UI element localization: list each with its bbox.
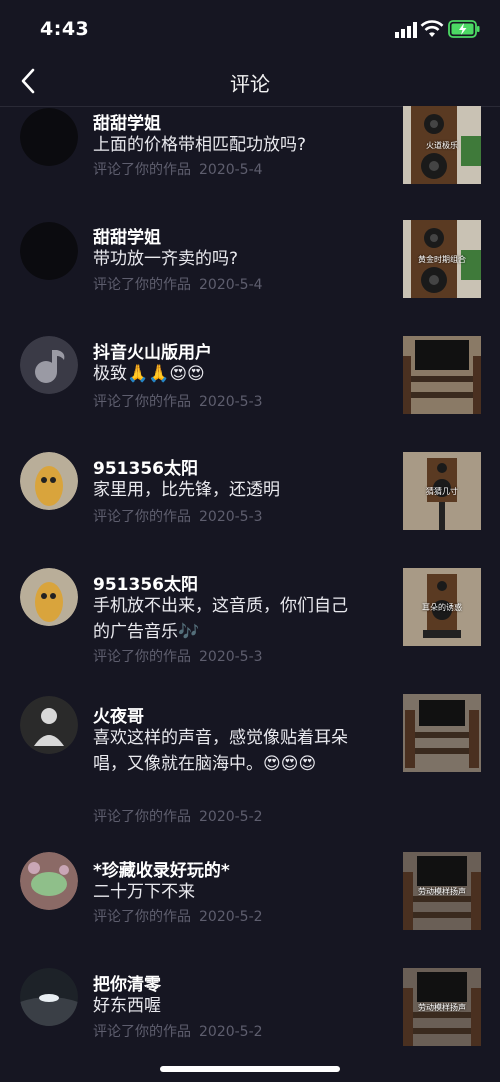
battery-charging-icon <box>448 20 480 38</box>
comment-item[interactable]: 951356太阳 家里用，比先锋，还透明 评论了你的作品 2020-5-3 猜猜几… <box>0 452 500 562</box>
comment-author[interactable]: 951356太阳 <box>93 570 198 595</box>
page-title: 评论 <box>230 72 270 96</box>
comment-action: 评论了你的作品 <box>93 649 191 665</box>
thumbnail-caption: 劳动模样扬声 <box>418 887 466 896</box>
comment-text: 极致🙏🙏😍😍 <box>93 364 205 384</box>
comment-action: 评论了你的作品 <box>93 1024 191 1040</box>
comment-action: 评论了你的作品 <box>93 509 191 525</box>
status-time: 4:43 <box>40 18 90 40</box>
video-thumbnail[interactable] <box>403 336 481 414</box>
video-thumbnail[interactable] <box>403 694 481 772</box>
comment-meta: 评论了你的作品 2020-5-3 <box>93 391 263 411</box>
thumbnail-caption: 黄金时期组合 <box>418 255 466 264</box>
comment-author[interactable]: 抖音火山版用户 <box>93 338 212 363</box>
video-thumbnail[interactable]: 耳朵的诱惑 <box>403 568 481 646</box>
avatar[interactable] <box>20 568 78 626</box>
comment-item[interactable]: 把你清零 好东西喔 评论了你的作品 2020-5-2 劳动模样扬声 <box>0 968 500 1064</box>
comment-item[interactable]: 火夜哥 喜欢这样的声音，感觉像贴着耳朵唱，又像就在脑海中。😍😍😍 评论了你的作品… <box>0 694 500 844</box>
comment-text: 二十万下不来 <box>93 882 195 902</box>
comment-item[interactable]: 抖音火山版用户 极致🙏🙏😍😍 评论了你的作品 2020-5-3 <box>0 336 500 446</box>
comment-author[interactable]: 把你清零 <box>93 970 161 995</box>
video-thumbnail[interactable]: 火道极乐 <box>403 106 481 184</box>
video-thumbnail[interactable]: 猜猜几寸 <box>403 452 481 530</box>
comment-item[interactable]: 甜甜学姐 带功放一齐卖的吗? 评论了你的作品 2020-5-4 黄金时期组合 <box>0 218 500 328</box>
avatar[interactable] <box>20 852 78 910</box>
avatar[interactable] <box>20 222 78 280</box>
comment-meta: 评论了你的作品 2020-5-2 <box>93 1021 263 1041</box>
comment-action: 评论了你的作品 <box>93 394 191 410</box>
avatar[interactable] <box>20 336 78 394</box>
comment-author[interactable]: *珍藏收录好玩的* <box>93 856 230 881</box>
comment-text: 喜欢这样的声音，感觉像贴着耳朵唱，又像就在脑海中。😍😍😍 <box>93 728 348 774</box>
thumbnail-caption: 猜猜几寸 <box>426 487 458 496</box>
nav-bar: 评论 <box>0 58 500 107</box>
comment-date: 2020-5-4 <box>199 277 263 293</box>
comment-list[interactable]: 甜甜学姐 上面的价格带相匹配功放吗? 评论了你的作品 2020-5-4 火道极乐 … <box>0 106 500 1064</box>
comment-text: 带功放一齐卖的吗? <box>93 249 239 269</box>
comment-text: 上面的价格带相匹配功放吗? <box>93 135 307 155</box>
comment-author[interactable]: 甜甜学姐 <box>93 109 161 134</box>
thumbnail-caption: 耳朵的诱惑 <box>422 603 462 612</box>
avatar[interactable] <box>20 968 78 1026</box>
comment-meta: 评论了你的作品 2020-5-2 <box>93 906 263 926</box>
wifi-icon <box>420 20 444 37</box>
comment-author[interactable]: 甜甜学姐 <box>93 223 161 248</box>
comment-meta: 评论了你的作品 2020-5-3 <box>93 506 263 526</box>
status-bar: 4:43 <box>0 0 500 58</box>
comment-meta: 评论了你的作品 2020-5-3 <box>93 646 263 666</box>
comment-author[interactable]: 951356太阳 <box>93 454 198 479</box>
comment-action: 评论了你的作品 <box>93 809 191 825</box>
comment-text: 好东西喔 <box>93 996 161 1016</box>
video-thumbnail[interactable]: 劳动模样扬声 <box>403 968 481 1046</box>
comment-item[interactable]: 甜甜学姐 上面的价格带相匹配功放吗? 评论了你的作品 2020-5-4 火道极乐 <box>0 106 500 216</box>
home-indicator[interactable] <box>160 1066 340 1072</box>
comment-meta: 评论了你的作品 2020-5-4 <box>93 159 263 179</box>
comment-author[interactable]: 火夜哥 <box>93 702 144 727</box>
avatar[interactable] <box>20 696 78 754</box>
comment-date: 2020-5-2 <box>199 1024 263 1040</box>
comment-action: 评论了你的作品 <box>93 277 191 293</box>
comment-date: 2020-5-4 <box>199 162 263 178</box>
comment-meta: 评论了你的作品 2020-5-2 <box>93 806 263 826</box>
comment-date: 2020-5-2 <box>199 909 263 925</box>
comment-action: 评论了你的作品 <box>93 162 191 178</box>
comment-text: 手机放不出来，这音质，你们自己的广告音乐🎶 <box>93 596 348 642</box>
comment-action: 评论了你的作品 <box>93 909 191 925</box>
comment-item[interactable]: 951356太阳 手机放不出来，这音质，你们自己的广告音乐🎶 评论了你的作品 20… <box>0 568 500 688</box>
comment-date: 2020-5-2 <box>199 809 263 825</box>
avatar[interactable] <box>20 108 78 166</box>
comment-date: 2020-5-3 <box>199 509 263 525</box>
thumbnail-caption: 劳动模样扬声 <box>418 1003 466 1012</box>
comment-item[interactable]: *珍藏收录好玩的* 二十万下不来 评论了你的作品 2020-5-2 劳动模样扬声 <box>0 852 500 962</box>
comment-date: 2020-5-3 <box>199 649 263 665</box>
avatar[interactable] <box>20 452 78 510</box>
comment-date: 2020-5-3 <box>199 394 263 410</box>
video-thumbnail[interactable]: 劳动模样扬声 <box>403 852 481 930</box>
cellular-signal-icon <box>395 22 417 38</box>
video-thumbnail[interactable]: 黄金时期组合 <box>403 220 481 298</box>
thumbnail-caption: 火道极乐 <box>426 141 458 150</box>
comment-text: 家里用，比先锋，还透明 <box>93 480 280 500</box>
comment-meta: 评论了你的作品 2020-5-4 <box>93 274 263 294</box>
